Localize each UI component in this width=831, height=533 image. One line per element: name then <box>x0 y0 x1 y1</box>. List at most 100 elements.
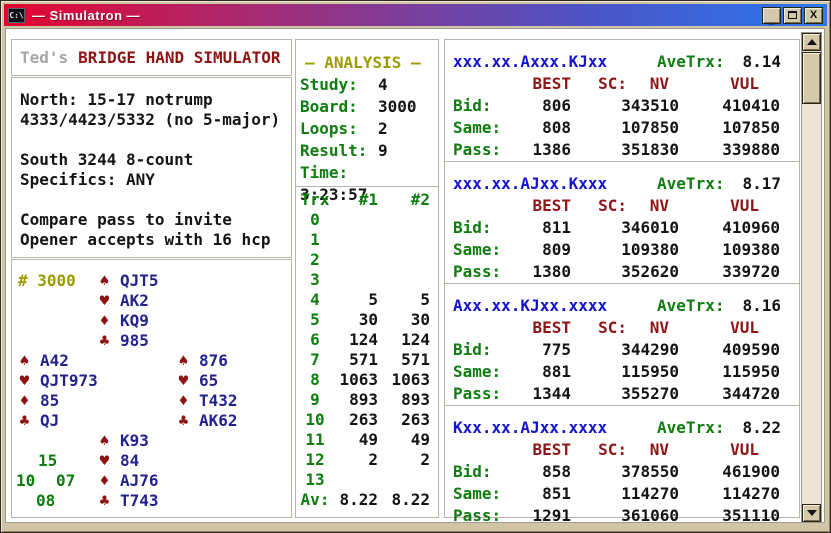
scrollbar-thumb[interactable] <box>802 52 821 104</box>
scroll-down-button[interactable] <box>802 504 821 522</box>
row-label: Pass: <box>453 139 525 161</box>
diamond-icon: ♦ <box>98 311 111 331</box>
nv-value: 115950 <box>571 361 679 383</box>
vul-value: 351110 <box>679 505 780 527</box>
stats-row-bid: Bid:775344290409590 <box>453 339 781 361</box>
row-label: Bid: <box>453 95 525 117</box>
west-hearts: QJT973 <box>40 371 98 390</box>
spacer <box>453 73 525 95</box>
minimize-button[interactable]: _ <box>762 7 781 24</box>
stats-row-bid: Bid:858378550461900 <box>453 461 781 483</box>
vul-value: 339880 <box>679 139 780 161</box>
stats-row-same: Same:808107850107850 <box>453 117 781 139</box>
nv-value: 361060 <box>571 505 679 527</box>
stat-row-loops: Loops:2 <box>296 118 438 140</box>
trx-label: 12 <box>300 450 330 470</box>
hand-stats-block-2: xxx.xx.AJxx.Kxxx AveTrx: 8.17 BEST SC: N… <box>445 162 799 284</box>
stats-row-pass: Pass:1291361060351110 <box>453 505 781 527</box>
vertical-scrollbar[interactable] <box>801 32 822 523</box>
avetrx-value: 8.14 <box>742 51 781 73</box>
hand-suit-row: ♠876 <box>177 351 238 371</box>
stats-row-bid: Bid:806343510410410 <box>453 95 781 117</box>
deal-diagram-box: # 3000 ♠QJT5 ♥AK2 ♦KQ9 ♣985 ♠A42 ♥QJT973… <box>11 259 292 518</box>
row-label: Pass: <box>453 383 525 405</box>
stat-row-time: Time:3:23:57 <box>296 162 438 184</box>
window-title: — Simulatron — <box>32 8 140 23</box>
row-label: Pass: <box>453 261 525 283</box>
stat-label: Time: <box>300 162 378 184</box>
spacer <box>453 195 525 217</box>
stat-row-board: Board:3000 <box>296 96 438 118</box>
spacer <box>453 439 525 461</box>
stat-value: 4 <box>378 75 388 94</box>
scrollbar-track[interactable] <box>802 51 821 504</box>
trx-label: 5 <box>300 310 330 330</box>
trx-label: 8 <box>300 370 330 390</box>
trx-value-1 <box>330 210 378 230</box>
stat-value: 2 <box>378 119 388 138</box>
best-value: 1386 <box>525 139 571 161</box>
avetrx-value: 8.17 <box>742 173 781 195</box>
brand-box: Ted's BRIDGE HAND SIMULATOR <box>11 39 292 76</box>
trx-value-1: 2 <box>330 450 378 470</box>
col-header-nv: NV <box>627 317 669 339</box>
best-value: 809 <box>525 239 571 261</box>
trx-col-header: Trx <box>300 190 330 210</box>
row-label: Same: <box>453 483 525 505</box>
maximize-icon <box>788 11 797 19</box>
best-value: 1380 <box>525 261 571 283</box>
trx-table-row: 2 <box>296 250 438 270</box>
vul-value: 410410 <box>679 95 780 117</box>
west-clubs: QJ <box>40 411 59 430</box>
col-header-vul: VUL <box>669 73 759 95</box>
west-spades: A42 <box>40 351 69 370</box>
avetrx-label: AveTrx: <box>657 51 724 73</box>
description-line: Opener accepts with 16 hcp <box>20 230 291 250</box>
south-hand: ♠K93 ♥84 ♦AJ76 ♣T743 <box>98 431 159 511</box>
row-label: Same: <box>453 117 525 139</box>
trx-value-2: 1063 <box>378 370 430 390</box>
trx-label: 9 <box>300 390 330 410</box>
stat-value: 3000 <box>378 97 417 116</box>
south-spades: K93 <box>120 431 149 450</box>
avetrx-label: AveTrx: <box>657 173 724 195</box>
trx-table-row: 1 <box>296 230 438 250</box>
column-header-row: BEST SC: NV VUL <box>453 195 781 217</box>
trx-value-1: 124 <box>330 330 378 350</box>
trx-col-header: #2 <box>378 190 430 210</box>
trx-value-1: 5 <box>330 290 378 310</box>
stat-label: Loops: <box>300 118 378 140</box>
north-hearts: AK2 <box>120 291 149 310</box>
col-header-sc: SC: <box>571 195 627 217</box>
titlebar[interactable]: C:\ — Simulatron — _ X <box>4 4 827 26</box>
trx-label: 2 <box>300 250 330 270</box>
column-header-row: BEST SC: NV VUL <box>453 317 781 339</box>
hand-suit-row: ♣T743 <box>98 491 159 511</box>
club-icon: ♣ <box>177 411 190 431</box>
stat-label: Study: <box>300 74 378 96</box>
avetrx-label: AveTrx: <box>657 417 724 439</box>
column-header-row: BEST SC: NV VUL <box>453 439 781 461</box>
trx-average-label: Av: <box>300 490 330 510</box>
brand-title: BRIDGE HAND SIMULATOR <box>78 48 280 67</box>
west-diamonds: 85 <box>40 391 59 410</box>
hand-name-row: xxx.xx.Axxx.KJxx AveTrx: 8.14 <box>453 51 781 73</box>
trx-table-row: 0 <box>296 210 438 230</box>
vul-value: 339720 <box>679 261 780 283</box>
trx-label: 7 <box>300 350 330 370</box>
stats-row-pass: Pass:1386351830339880 <box>453 139 781 161</box>
col-header-best: BEST <box>525 195 571 217</box>
trx-value-2 <box>378 250 430 270</box>
maximize-button[interactable] <box>783 7 802 24</box>
best-value: 851 <box>525 483 571 505</box>
hand-suit-row: ♥AK2 <box>98 291 159 311</box>
trx-value-1 <box>330 270 378 290</box>
close-button[interactable]: X <box>804 7 823 24</box>
scroll-up-button[interactable] <box>802 33 821 51</box>
trx-value-2 <box>378 210 430 230</box>
description-line: Specifics: ANY <box>20 170 291 190</box>
hand-stats-block-3: Axx.xx.KJxx.xxxx AveTrx: 8.16 BEST SC: N… <box>445 284 799 406</box>
best-value: 1344 <box>525 383 571 405</box>
south-diamonds: AJ76 <box>120 471 159 490</box>
diamond-icon: ♦ <box>98 471 111 491</box>
